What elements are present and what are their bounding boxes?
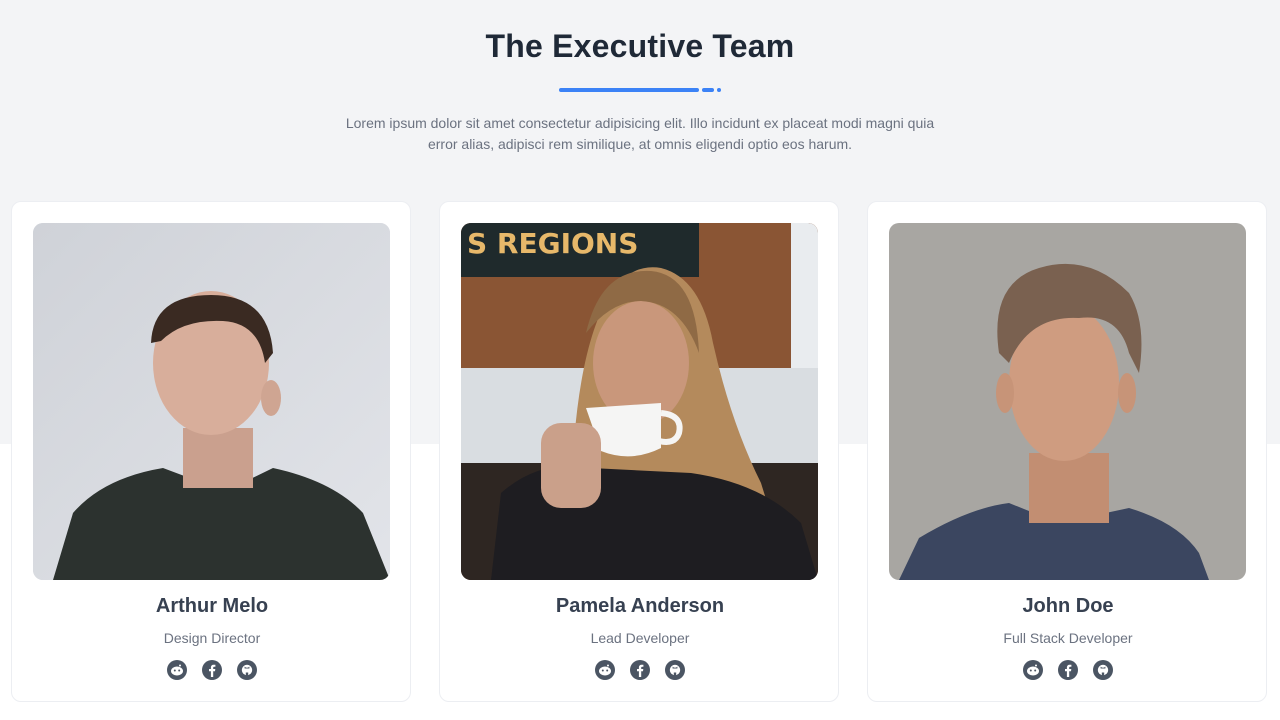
underline-dash bbox=[702, 88, 714, 92]
social-links bbox=[440, 660, 840, 680]
cafe-sign-text: S REGIONS bbox=[467, 227, 638, 260]
intro-text: Lorem ipsum dolor sit amet consectetur a… bbox=[345, 115, 935, 152]
member-role: Lead Developer bbox=[590, 630, 690, 646]
facebook-icon[interactable] bbox=[202, 660, 222, 680]
reddit-icon[interactable] bbox=[595, 660, 615, 680]
team-card: Arthur Melo Design Director bbox=[11, 201, 411, 702]
member-name: John Doe bbox=[1022, 595, 1114, 617]
page-title: The Executive Team bbox=[485, 28, 795, 64]
facebook-icon[interactable] bbox=[1058, 660, 1078, 680]
underline-dot bbox=[717, 88, 721, 92]
team-card: S REGIONS Pamela Anderson Lead Developer bbox=[439, 201, 839, 702]
reddit-icon[interactable] bbox=[167, 660, 187, 680]
profile-photo bbox=[33, 223, 390, 580]
facebook-icon[interactable] bbox=[630, 660, 650, 680]
member-name: Pamela Anderson bbox=[555, 595, 725, 617]
member-role: Full Stack Developer bbox=[1003, 630, 1133, 646]
github-icon[interactable] bbox=[665, 660, 685, 680]
profile-photo bbox=[889, 223, 1246, 580]
member-name: Arthur Melo bbox=[155, 595, 269, 617]
profile-photo: S REGIONS bbox=[461, 223, 818, 580]
reddit-icon[interactable] bbox=[1023, 660, 1043, 680]
github-icon[interactable] bbox=[237, 660, 257, 680]
portrait-woman-coffee-cup: S REGIONS bbox=[461, 223, 818, 580]
social-links bbox=[12, 660, 412, 680]
portrait-man-dark-shirt bbox=[33, 223, 390, 580]
github-icon[interactable] bbox=[1093, 660, 1113, 680]
team-section: The Executive Team Lorem ipsum dolor sit… bbox=[0, 0, 1280, 720]
social-links bbox=[868, 660, 1268, 680]
underline-bar bbox=[559, 88, 699, 92]
team-card: John Doe Full Stack Developer bbox=[867, 201, 1267, 702]
member-role: Design Director bbox=[163, 630, 261, 646]
portrait-man-navy-shirt bbox=[889, 223, 1246, 580]
